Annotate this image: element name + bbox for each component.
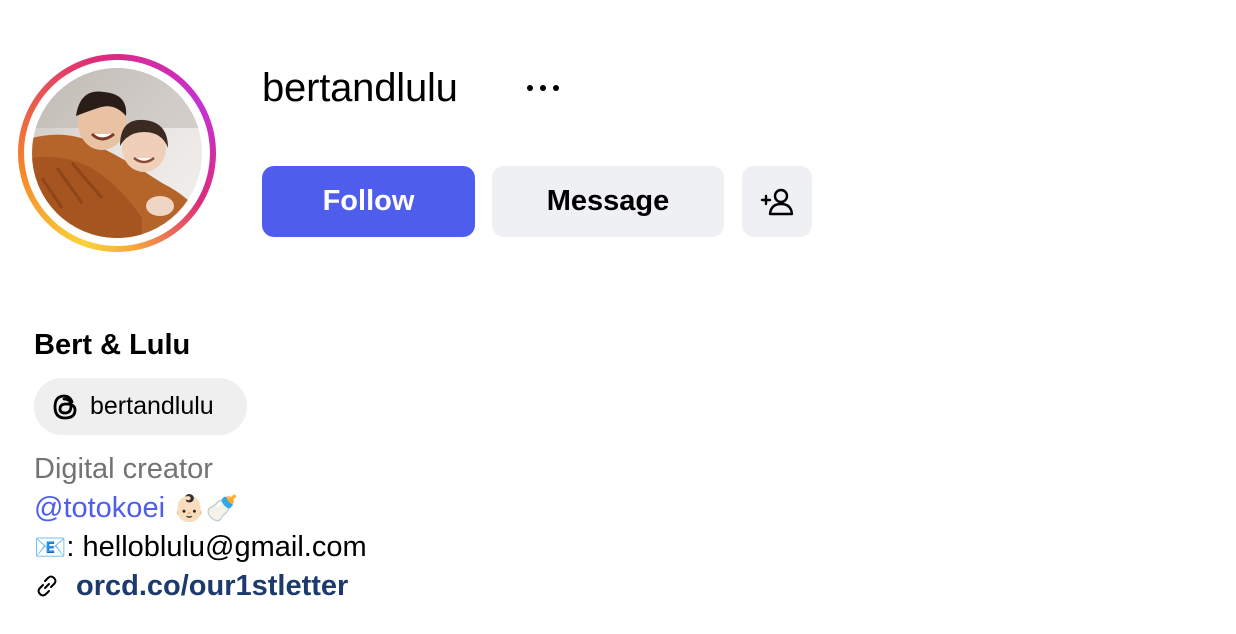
more-options-icon[interactable] <box>512 70 574 106</box>
threads-icon <box>53 394 77 419</box>
mention-link[interactable]: @totokoei <box>34 492 165 524</box>
external-link[interactable]: orcd.co/our1stletter <box>76 567 348 605</box>
link-icon <box>37 575 57 597</box>
profile-header: bertandlulu Follow Message Bert & Lulu b… <box>0 0 1236 634</box>
email-text: : helloblulu@gmail.com <box>66 531 367 563</box>
suggest-accounts-button[interactable] <box>742 166 812 237</box>
username: bertandlulu <box>262 66 458 110</box>
avatar[interactable] <box>32 68 202 238</box>
threads-handle: bertandlulu <box>90 392 214 420</box>
display-name: Bert & Lulu <box>34 329 191 361</box>
baby-bottle-emoji: 👶🏻🍼 <box>173 494 238 524</box>
add-person-icon <box>760 188 794 215</box>
follow-button[interactable]: Follow <box>262 166 475 237</box>
envelope-icon: 📧 <box>34 533 67 563</box>
avatar-photo-image <box>32 68 202 238</box>
profile-category: Digital creator <box>34 453 213 485</box>
bio-mention-line: @totokoei 👶🏻🍼 <box>34 489 238 528</box>
threads-badge[interactable]: bertandlulu <box>34 378 247 435</box>
bio-link-line[interactable]: orcd.co/our1stletter <box>34 567 348 605</box>
message-button[interactable]: Message <box>492 166 724 237</box>
story-ring[interactable] <box>18 54 216 252</box>
bio-email-line: 📧: helloblulu@gmail.com <box>34 528 367 567</box>
